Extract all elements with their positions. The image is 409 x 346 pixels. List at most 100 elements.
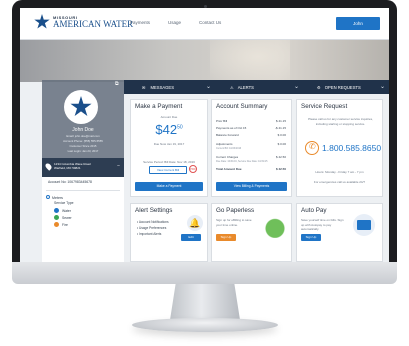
autopay-card: Auto Pay Save yourself time on bills. Si…	[296, 203, 383, 262]
service-text: Please call us for any customer service …	[308, 117, 373, 126]
monitor-stand-base	[132, 318, 278, 332]
alert-item[interactable]: • Account Notifications	[137, 220, 169, 224]
due-date: Jan 19, 2017	[166, 142, 185, 146]
billing-payments-button[interactable]: View Billing & Payments	[216, 182, 287, 191]
profile-phone: Account Phone: (555) 555-5555	[63, 139, 103, 143]
alert-item-label: Account Notifications	[138, 220, 169, 224]
pdf-icon[interactable]: PDF	[189, 165, 197, 173]
fire-icon	[54, 222, 59, 227]
summary-row-label: Prior Bill	[216, 119, 228, 123]
make-payment-button[interactable]: Make a Payment	[135, 182, 203, 191]
service-title: Service Request	[301, 103, 348, 110]
envelope-icon: ✉	[142, 84, 146, 90]
summary-row: Current Charges $ 42.50	[216, 155, 286, 159]
paperless-card: Go Paperless Sign up for eBilling to sav…	[211, 203, 292, 262]
nav-payments[interactable]: Payments	[130, 20, 150, 25]
summary-sub-line: Due Date: 10/31/16, Service Due Date: 10…	[216, 160, 268, 163]
meters-item[interactable]: Meters	[46, 195, 63, 200]
alerts-tab[interactable]: ⚠ ALERTS	[230, 80, 254, 94]
summary-row: Payments as of Oct 15 -$ 41.15	[216, 126, 286, 130]
monitor-stand-neck	[170, 284, 240, 320]
account-summary-card: Account Summary Prior Bill $ 41.15 Paymen…	[211, 99, 292, 197]
summary-row-value: $ 42.50	[275, 167, 286, 171]
profile-email: Email: john.doe@mail.com	[66, 134, 100, 138]
due-label: Due Now	[153, 142, 167, 146]
summary-row-label: Adjustments	[216, 142, 233, 146]
service-water-label: Water	[62, 208, 71, 213]
chevron-down-icon[interactable]: ⌄	[206, 83, 211, 90]
wrench-icon: ⚙	[317, 84, 321, 90]
screen: MISSOURI AMERICAN WATER Payments Usage C…	[20, 8, 389, 262]
service-sewer[interactable]: Sewer	[54, 215, 72, 220]
meter-icon	[46, 195, 50, 199]
summary-row-value: $ 42.50	[275, 155, 286, 159]
messages-tab[interactable]: ✉ MESSAGES	[142, 80, 174, 94]
sewer-icon	[54, 215, 59, 220]
autopay-text: Save yourself time on bills. Sign up wit…	[301, 218, 344, 231]
logo-brand: AMERICAN WATER	[53, 18, 134, 29]
external-link-icon[interactable]: ⧉	[115, 81, 119, 87]
account-number: Account No: 1067983445678	[48, 180, 92, 184]
service-sewer-label: Sewer	[62, 215, 72, 220]
open-requests-tab[interactable]: ⚙ OPEN REQUESTS	[317, 80, 361, 94]
star-logo-icon	[34, 14, 50, 29]
address-selector[interactable]: 1234 Columbia Wave Road Warfield, MO 598…	[42, 158, 124, 177]
meters-label: Meters	[52, 196, 63, 200]
alert-item[interactable]: • Important Alerts	[137, 232, 161, 236]
summary-sub-line: Current Bill: 10/23/2016	[216, 147, 242, 150]
alert-settings-title: Alert Settings	[135, 207, 173, 214]
service-water[interactable]: Water	[54, 208, 71, 213]
service-fire-label: Fire	[62, 222, 68, 227]
payment-card: Make a Payment Amount Due $4250 Due Now …	[130, 99, 208, 197]
service-type-label: Service Type	[54, 201, 74, 205]
alert-item-label: Important Alerts	[139, 232, 162, 236]
nav-contact[interactable]: Contact Us	[199, 20, 221, 25]
water-drop-icon	[54, 208, 59, 213]
divider	[46, 190, 120, 191]
amount-due: $4250	[131, 122, 207, 137]
profile-name: John Doe	[72, 127, 94, 133]
star-avatar-icon	[70, 96, 92, 117]
alert-item-label: Usage Preferences	[139, 226, 167, 230]
nav-usage[interactable]: Usage	[168, 20, 181, 25]
service-phone-number[interactable]: 1.800.585.8650	[322, 143, 381, 153]
service-fire[interactable]: Fire	[54, 222, 68, 227]
summary-row-label: Payments as of Oct 15	[216, 126, 247, 130]
view-bill-button[interactable]: View Current Bill	[149, 166, 187, 174]
paperless-signup-button[interactable]: Sign Up	[216, 234, 236, 241]
service-request-card: Service Request Please call us for any c…	[296, 99, 383, 197]
bell-icon: 🔔	[187, 215, 203, 231]
profile-last-login: Last Login: Jan 23, 2017	[67, 149, 99, 153]
user-menu-button[interactable]: John	[336, 17, 380, 30]
amount-due-label: Amount Due	[160, 115, 178, 119]
amount-value: $42	[155, 122, 178, 137]
avatar	[64, 90, 98, 124]
summary-row-label: Current Charges	[216, 155, 239, 159]
messages-label: MESSAGES	[150, 84, 175, 90]
monitor-chin	[12, 262, 397, 284]
open-requests-label: OPEN REQUESTS	[324, 84, 361, 90]
summary-row-label: Total Amount Due	[216, 167, 242, 171]
location-pin-icon	[44, 162, 53, 171]
alert-item[interactable]: • Usage Preferences	[137, 226, 166, 230]
summary-row-total: Total Amount Due $ 42.50	[216, 167, 286, 171]
amount-cents: 50	[177, 124, 183, 131]
profile-since: Customer Since 2015	[69, 144, 97, 148]
notification-bar: ✉ MESSAGES ⌄ ⚠ ALERTS ⌄ ⚙ OPEN REQUESTS …	[124, 80, 389, 94]
bell-icon: ⚠	[230, 84, 234, 90]
alert-settings-card: Alert Settings • Account Notifications •…	[130, 203, 208, 262]
summary-row-value: $ 41.15	[275, 119, 286, 123]
collapse-icon[interactable]: −	[117, 163, 120, 169]
service-hours: Hours: Monday - Friday 7 am - 7 pm	[315, 170, 364, 174]
chevron-down-icon[interactable]: ⌄	[294, 83, 299, 90]
bill-period-note: Service Period: Bill Date: Nov 18, 2016	[143, 160, 195, 164]
phone-icon: ✆	[305, 141, 319, 155]
brand-logo[interactable]: MISSOURI AMERICAN WATER	[34, 14, 133, 30]
edit-alerts-button[interactable]: Edit	[181, 234, 201, 241]
autopay-signup-button[interactable]: Sign Up	[301, 234, 321, 241]
paperless-title: Go Paperless	[216, 207, 255, 214]
payment-title: Make a Payment	[135, 103, 183, 110]
chevron-down-icon[interactable]: ⌄	[380, 83, 385, 90]
site-header: MISSOURI AMERICAN WATER Payments Usage C…	[20, 8, 389, 40]
summary-row-label: Balance Forward	[216, 133, 239, 137]
